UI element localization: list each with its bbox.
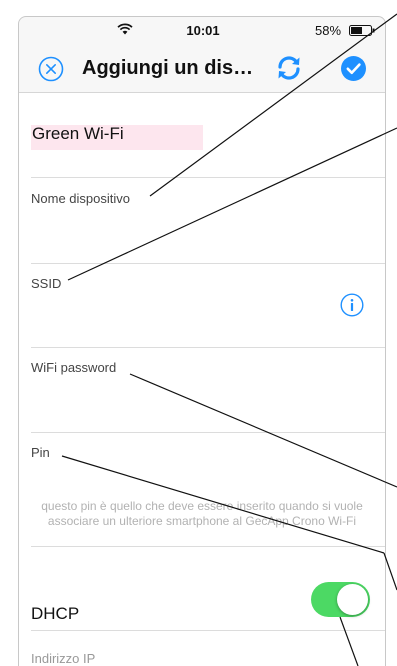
status-bar: 10:01 58%	[19, 17, 385, 45]
wifi-password-label: WiFi password	[31, 360, 117, 375]
pin-label: Pin	[31, 445, 50, 460]
divider	[31, 263, 385, 264]
device-name-input[interactable]: Green Wi-Fi	[31, 125, 203, 150]
device-form: Green Wi-Fi Nome dispositivo SSID WiFi p…	[19, 93, 385, 666]
dhcp-toggle[interactable]	[311, 582, 370, 617]
divider	[31, 432, 385, 433]
status-time: 10:01	[186, 23, 220, 38]
page-title: Aggiungi un dis…	[82, 57, 254, 79]
divider	[31, 177, 385, 178]
ip-address-label: Indirizzo IP	[31, 651, 96, 666]
toggle-knob	[337, 584, 368, 615]
device-screen: 10:01 58% Aggiungi un dis… Green Wi-Fi N…	[18, 16, 386, 666]
device-name-label: Nome dispositivo	[31, 191, 130, 206]
divider	[31, 347, 385, 348]
refresh-icon[interactable]	[275, 54, 303, 82]
navigation-bar: Aggiungi un dis…	[19, 45, 385, 93]
battery-icon	[349, 25, 375, 36]
confirm-checkmark-icon[interactable]	[341, 56, 366, 81]
divider	[31, 546, 385, 547]
battery-percent: 58%	[315, 23, 342, 38]
divider	[31, 630, 385, 631]
dhcp-label: DHCP	[31, 604, 80, 623]
info-icon[interactable]	[340, 293, 364, 317]
close-icon[interactable]	[38, 56, 64, 82]
ssid-label: SSID	[31, 276, 62, 291]
pin-helper-text: questo pin è quello che deve essere inse…	[41, 499, 363, 528]
wifi-icon	[117, 23, 133, 35]
